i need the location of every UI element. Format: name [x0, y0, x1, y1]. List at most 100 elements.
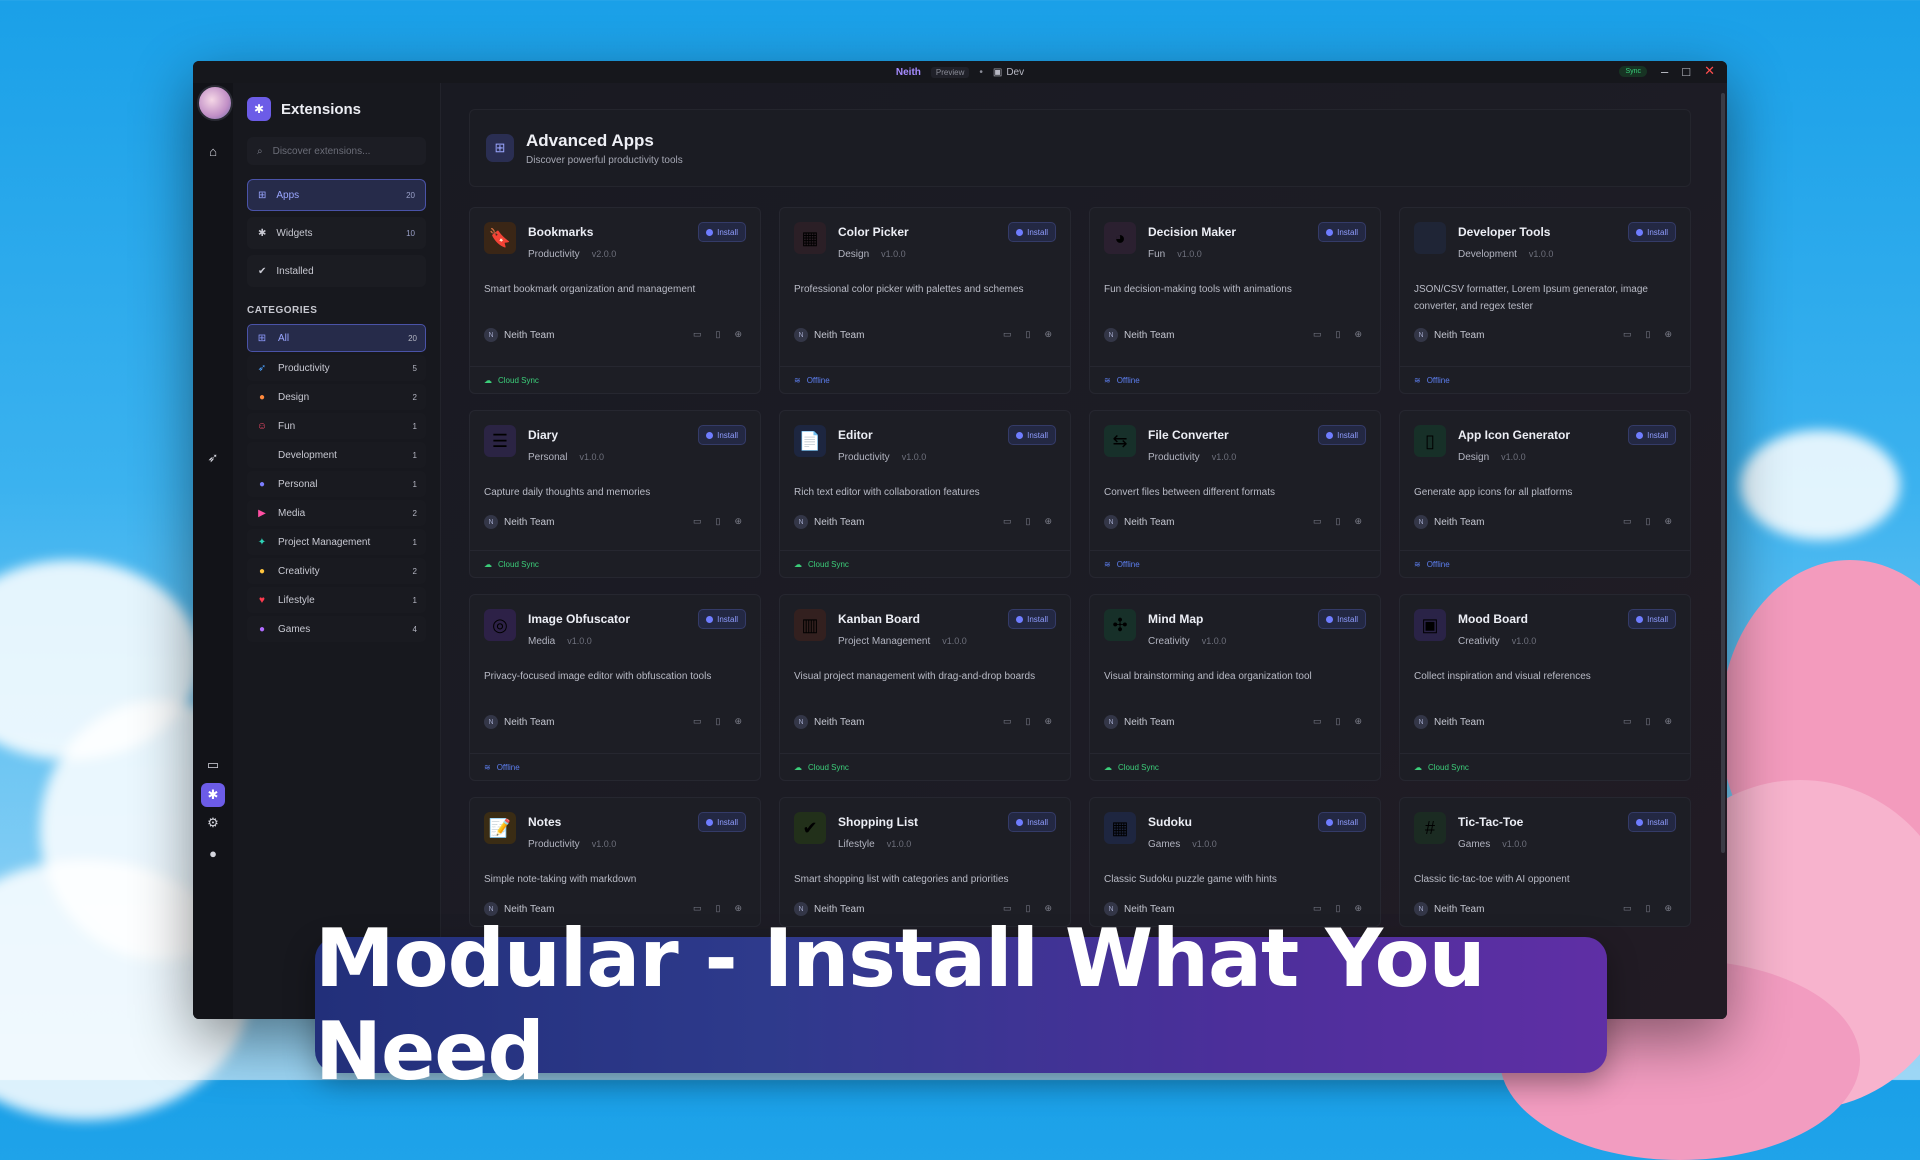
- app-card-file-converter[interactable]: ⇆ File Converter Productivity v1.0.0 Install…: [1089, 410, 1381, 578]
- download-icon: [1636, 228, 1644, 236]
- globe-icon: ⊕: [1664, 329, 1672, 339]
- category-item-fun[interactable]: ☺ Fun 1: [247, 413, 426, 439]
- app-card-sudoku[interactable]: ▦ Sudoku Games v1.0.0 Install Classic Sudoku …: [1089, 797, 1381, 927]
- desktop-icon: ▭: [1622, 716, 1632, 726]
- install-label: Install: [1647, 227, 1668, 237]
- app-card-developer-tools[interactable]: Developer Tools Development v1.0.0 Install J…: [1399, 207, 1691, 394]
- install-button[interactable]: Install: [1318, 609, 1366, 629]
- install-button[interactable]: Install: [1318, 425, 1366, 445]
- bulb-icon: ●: [258, 565, 266, 577]
- wifi-icon: ≋: [484, 762, 491, 772]
- palette-grid-icon: ▦: [794, 222, 826, 254]
- category-list: ⊞ All 20 ➶ Productivity 5 ● Design 2 ☺ Fun 1 Develop…: [247, 324, 426, 642]
- app-card-bookmarks[interactable]: 🔖 Bookmarks Productivity v2.0.0 Install Smart…: [469, 207, 761, 394]
- install-button[interactable]: Install: [1628, 222, 1676, 242]
- app-card-editor[interactable]: 📄 Editor Productivity v1.0.0 Install Rich tex…: [779, 410, 1071, 578]
- minimize-icon[interactable]: –: [1661, 64, 1668, 79]
- mobile-icon: ▯: [1335, 716, 1341, 726]
- author-name: Neith Team: [1124, 516, 1175, 528]
- gear-icon[interactable]: ⚙: [201, 811, 225, 835]
- app-card-shopping-list[interactable]: ✔ Shopping List Lifestyle v1.0.0 Install Smar…: [779, 797, 1071, 927]
- app-card-decision-maker[interactable]: ◕ Decision Maker Fun v1.0.0 Install Fun decis…: [1089, 207, 1381, 394]
- sync-status-badge[interactable]: Sync: [1619, 65, 1647, 77]
- app-name: Mind Map: [1148, 612, 1204, 626]
- category-item-all[interactable]: ⊞ All 20: [247, 324, 426, 352]
- install-button[interactable]: Install: [698, 425, 746, 445]
- install-button[interactable]: Install: [698, 222, 746, 242]
- category-item-design[interactable]: ● Design 2: [247, 384, 426, 410]
- install-button[interactable]: Install: [1318, 222, 1366, 242]
- avatar[interactable]: [197, 85, 233, 121]
- install-button[interactable]: Install: [698, 609, 746, 629]
- heart-icon: ♥: [259, 594, 265, 606]
- icon-rail: ⌂ ➶ ▭ ✱ ⚙ ●: [193, 83, 234, 1019]
- terminal-icon[interactable]: ▭: [201, 753, 225, 777]
- app-card-kanban-board[interactable]: ▥ Kanban Board Project Management v1.0.0 Ins…: [779, 594, 1071, 781]
- search-input[interactable]: [270, 144, 416, 158]
- rocket-icon[interactable]: ➶: [201, 446, 225, 470]
- install-button[interactable]: Install: [1008, 812, 1056, 832]
- install-button[interactable]: Install: [1318, 812, 1366, 832]
- app-card-app-icon-generator[interactable]: ▯ App Icon Generator Design v1.0.0 Install Ge…: [1399, 410, 1691, 578]
- mind-map-icon: ✣: [1104, 609, 1136, 641]
- category-item-productivity[interactable]: ➶ Productivity 5: [247, 355, 426, 381]
- app-card-tic-tac-toe[interactable]: # Tic-Tac-Toe Games v1.0.0 Install Classic ti…: [1399, 797, 1691, 927]
- nav-item-installed[interactable]: ✔ Installed: [247, 255, 426, 287]
- desktop-icon: ▭: [1622, 329, 1632, 339]
- author-avatar: N: [794, 328, 808, 342]
- install-label: Install: [1337, 817, 1358, 827]
- app-card-diary[interactable]: ☰ Diary Personal v1.0.0 Install Capture daily…: [469, 410, 761, 578]
- app-card-color-picker[interactable]: ▦ Color Picker Design v1.0.0 Install Professi…: [779, 207, 1071, 394]
- install-button[interactable]: Install: [1628, 425, 1676, 445]
- sync-status-label: Cloud Sync: [1428, 762, 1469, 772]
- download-icon: [1636, 431, 1644, 439]
- app-card-mood-board[interactable]: ▣ Mood Board Creativity v1.0.0 Install Collec…: [1399, 594, 1691, 781]
- close-icon[interactable]: ✕: [1704, 63, 1715, 79]
- app-category: Creativity: [1148, 636, 1190, 647]
- category-label: Games: [278, 623, 311, 635]
- category-item-project-management[interactable]: ✦ Project Management 1: [247, 529, 426, 555]
- install-button[interactable]: Install: [1628, 812, 1676, 832]
- app-author: N Neith Team: [1414, 715, 1484, 729]
- scrollbar[interactable]: [1721, 93, 1725, 853]
- desktop-icon: ▭: [1002, 516, 1012, 526]
- category-item-media[interactable]: ▶ Media 2: [247, 500, 426, 526]
- install-button[interactable]: Install: [1628, 609, 1676, 629]
- wifi-icon: ≋: [794, 375, 801, 385]
- category-item-development[interactable]: Development 1: [247, 442, 426, 468]
- author-name: Neith Team: [814, 329, 865, 341]
- platform-icons: ▭ ▯ ⊕: [1623, 716, 1672, 727]
- home-icon[interactable]: ⌂: [201, 139, 225, 163]
- install-button[interactable]: Install: [1008, 425, 1056, 445]
- app-card-notes[interactable]: 📝 Notes Productivity v1.0.0 Install Simple no…: [469, 797, 761, 927]
- app-author: N Neith Team: [484, 515, 554, 529]
- nav-item-widgets[interactable]: ✱ Widgets 10: [247, 217, 426, 249]
- platform-icons: ▭ ▯ ⊕: [1313, 716, 1362, 727]
- install-button[interactable]: Install: [1008, 222, 1056, 242]
- search-box[interactable]: ⌕: [247, 137, 426, 165]
- puzzle-icon: ✱: [247, 97, 271, 121]
- category-item-games[interactable]: ● Games 4: [247, 616, 426, 642]
- sync-status: ≋ Offline: [470, 753, 760, 780]
- app-author: N Neith Team: [794, 715, 864, 729]
- app-description: Capture daily thoughts and memories: [484, 487, 651, 498]
- install-button[interactable]: Install: [698, 812, 746, 832]
- nav-item-apps[interactable]: ⊞ Apps 20: [247, 179, 426, 211]
- sync-status-label: Cloud Sync: [808, 559, 849, 569]
- category-item-creativity[interactable]: ● Creativity 2: [247, 558, 426, 584]
- user-icon[interactable]: ●: [201, 841, 225, 865]
- desktop-icon: ▭: [1002, 716, 1012, 726]
- extensions-icon[interactable]: ✱: [201, 783, 225, 807]
- category-item-lifestyle[interactable]: ♥ Lifestyle 1: [247, 587, 426, 613]
- install-button[interactable]: Install: [1008, 609, 1056, 629]
- sidebar-header: ✱ Extensions: [247, 95, 426, 123]
- platform-icons: ▭ ▯ ⊕: [693, 516, 742, 527]
- app-description: Collect inspiration and visual reference…: [1414, 671, 1591, 682]
- monitor-icon: ▣: [992, 66, 1003, 78]
- checklist-icon: ✔: [794, 812, 826, 844]
- maximize-icon[interactable]: □: [1682, 64, 1690, 79]
- app-card-image-obfuscator[interactable]: ◎ Image Obfuscator Media v1.0.0 Install Priva…: [469, 594, 761, 781]
- app-card-mind-map[interactable]: ✣ Mind Map Creativity v1.0.0 Install Visual b…: [1089, 594, 1381, 781]
- download-icon: [706, 615, 714, 623]
- category-item-personal[interactable]: ● Personal 1: [247, 471, 426, 497]
